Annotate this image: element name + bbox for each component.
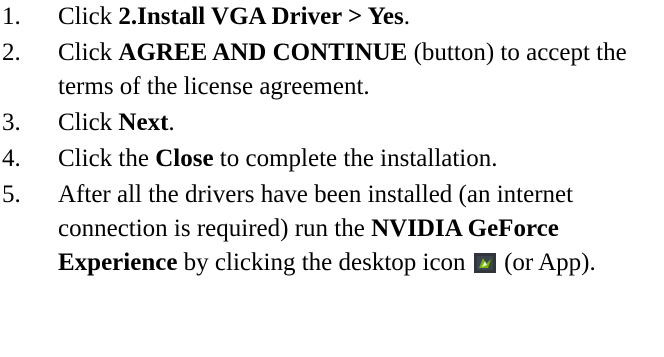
step-3: 3. Click Next. <box>0 106 664 140</box>
step-text-pre: Click <box>58 39 119 66</box>
step-number: 3. <box>2 109 21 136</box>
step-text-post: to complete the installation. <box>213 145 498 172</box>
instruction-steps: 1. Click 2.Install VGA Driver > Yes. 2. … <box>0 0 664 280</box>
step-text: Click 2.Install VGA Driver > Yes. <box>58 0 664 34</box>
step-number: 4. <box>2 145 21 172</box>
step-emphasis: AGREE AND CONTINUE <box>118 39 408 66</box>
step-text-post: . <box>168 109 175 136</box>
step-text-mid: by clicking the desktop icon <box>177 249 472 276</box>
step-text-post: . <box>403 3 410 30</box>
step-text-post: (or App). <box>497 249 596 276</box>
step-text-pre: Click <box>58 109 119 136</box>
step-text: After all the drivers have been installe… <box>58 178 664 280</box>
step-2: 2. Click AGREE AND CONTINUE (button) to … <box>0 36 664 104</box>
step-emphasis: 2.Install VGA Driver > Yes <box>118 3 404 30</box>
step-text: Click the Close to complete the installa… <box>58 142 664 176</box>
step-number: 5. <box>2 181 21 208</box>
step-5: 5. After all the drivers have been insta… <box>0 178 664 280</box>
step-text-pre: Click <box>58 3 119 30</box>
step-text-pre: Click the <box>58 145 156 172</box>
step-emphasis: Close <box>155 145 214 172</box>
step-1: 1. Click 2.Install VGA Driver > Yes. <box>0 0 664 34</box>
step-text: Click Next. <box>58 106 664 140</box>
step-text: Click AGREE AND CONTINUE (button) to acc… <box>58 36 664 104</box>
step-emphasis: Next <box>118 109 169 136</box>
geforce-experience-icon <box>473 253 496 273</box>
step-number: 2. <box>2 39 21 66</box>
step-4: 4. Click the Close to complete the insta… <box>0 142 664 176</box>
step-number: 1. <box>2 3 21 30</box>
